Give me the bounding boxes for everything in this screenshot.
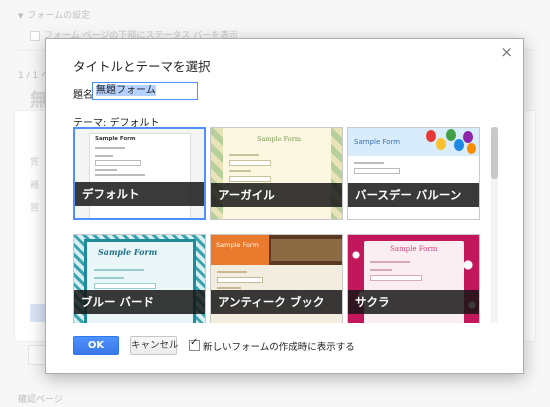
preview-title: Sample Form (354, 138, 401, 146)
theme-tile-sakura[interactable]: Sample Form サクラ (347, 234, 480, 323)
preview-title: Sample Form (257, 135, 301, 143)
balloon-icon (454, 139, 464, 151)
theme-grid: Sample Form デフォルト Sample Form アーガイル Samp… (73, 127, 483, 323)
theme-label-blue-bird: ブルー バード (74, 290, 205, 314)
dialog-title: タイトルとテーマを選択 (73, 59, 211, 74)
preview-title: Sample Form (95, 136, 136, 142)
theme-label-birthday-balloons: バースデー バルーン (348, 183, 479, 207)
close-icon[interactable]: × (500, 43, 513, 61)
balloon-icon (436, 138, 446, 150)
theme-tile-birthday-balloons[interactable]: Sample Form バースデー バルーン (347, 127, 480, 220)
title-theme-dialog: タイトルとテーマを選択 × 題名 無題フォーム テーマ: デフォルト Sampl… (45, 38, 524, 374)
theme-tile-default[interactable]: Sample Form デフォルト (73, 127, 206, 220)
theme-tile-blue-bird[interactable]: Sample Form ブルー バード (73, 234, 206, 323)
theme-scrollbar-thumb[interactable] (491, 127, 498, 179)
title-input[interactable]: 無題フォーム (92, 82, 198, 100)
show-on-create-label: 新しいフォームの作成時に表示する (203, 342, 355, 353)
show-on-create-option[interactable]: 新しいフォームの作成時に表示する (189, 337, 355, 353)
theme-label-sakura: サクラ (348, 290, 479, 314)
cancel-button[interactable]: キャンセル (130, 336, 179, 355)
show-on-create-checkbox[interactable] (189, 337, 200, 351)
title-label: 題名 (73, 90, 93, 101)
balloon-icon (426, 130, 436, 142)
preview-title: Sample Form (390, 245, 438, 253)
ok-button[interactable]: OK (73, 336, 119, 355)
theme-label-argyle: アーガイル (211, 183, 342, 207)
theme-tile-antique-book[interactable]: Sample Form アンティーク ブック (210, 234, 343, 323)
preview-title: Sample Form (98, 247, 158, 257)
balloon-icon (446, 129, 456, 141)
theme-label-default: デフォルト (75, 182, 204, 206)
balloon-icon (463, 131, 473, 143)
theme-tile-argyle[interactable]: Sample Form アーガイル (210, 127, 343, 220)
theme-scrollbar[interactable] (491, 127, 498, 323)
preview-title: Sample Form (216, 241, 259, 249)
title-input-value: 無題フォーム (96, 85, 156, 96)
balloon-icon (467, 143, 476, 154)
theme-label-antique-book: アンティーク ブック (211, 290, 342, 314)
